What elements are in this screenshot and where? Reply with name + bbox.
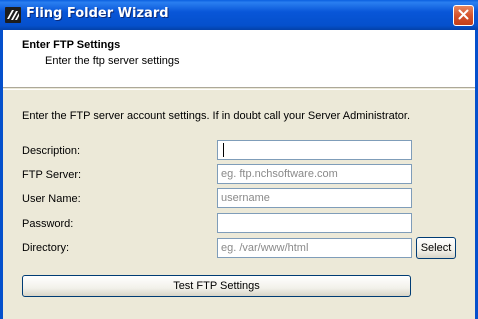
fling-app-icon [5, 7, 21, 23]
header-divider [3, 89, 475, 90]
instruction-text: Enter the FTP server account settings. I… [22, 110, 411, 122]
header-subtitle: Enter the ftp server settings [45, 55, 180, 67]
ftp-server-label: FTP Server: [22, 169, 82, 181]
wizard-header: Enter FTP Settings Enter the ftp server … [3, 30, 475, 88]
header-title: Enter FTP Settings [22, 39, 121, 51]
password-label: Password: [22, 218, 74, 230]
user-name-input[interactable] [217, 188, 412, 208]
user-name-label: User Name: [22, 193, 81, 205]
description-label: Description: [22, 145, 81, 157]
description-input[interactable] [217, 140, 412, 160]
directory-input[interactable] [217, 238, 412, 258]
test-ftp-settings-button[interactable]: Test FTP Settings [22, 275, 411, 297]
fling-folder-wizard-window: Fling Folder Wizard Enter FTP Settings E… [0, 0, 478, 319]
title-bar[interactable]: Fling Folder Wizard [0, 0, 478, 30]
ftp-server-input[interactable] [217, 164, 412, 184]
select-directory-button[interactable]: Select [416, 237, 456, 259]
text-caret [223, 143, 224, 157]
window-title: Fling Folder Wizard [26, 6, 169, 21]
close-button[interactable] [453, 5, 474, 26]
password-input[interactable] [217, 213, 412, 233]
close-icon [458, 7, 469, 25]
directory-label: Directory: [22, 242, 70, 254]
